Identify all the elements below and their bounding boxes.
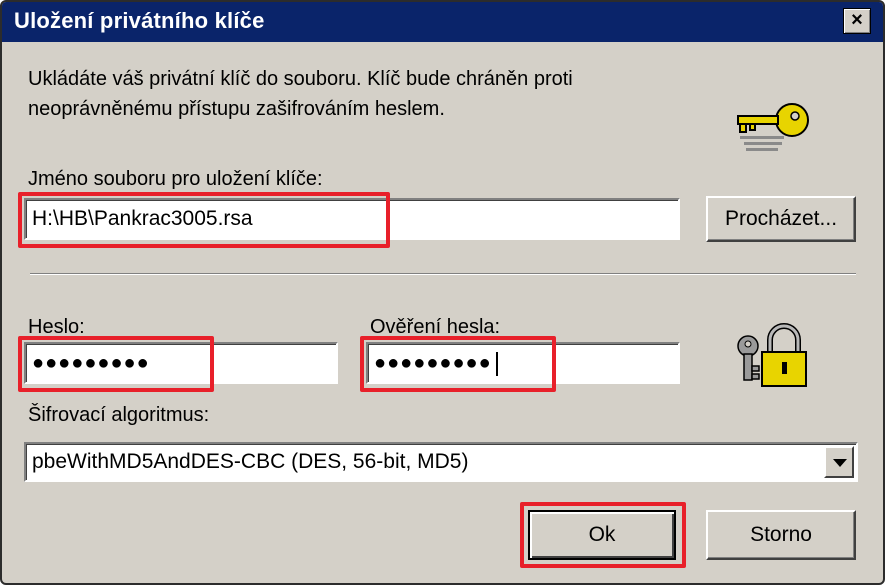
chevron-down-icon [833,459,847,467]
browse-button[interactable]: Procházet... [706,196,856,242]
description-text: Ukládáte váš privátní klíč do souboru. K… [28,68,573,120]
cipher-selected-value: pbeWithMD5AndDES-CBC (DES, 56-bit, MD5) [32,450,469,473]
key-icon [737,103,809,151]
save-private-key-dialog: Uložení privátního klíče × Ukládáte váš … [0,0,885,585]
cipher-label: Šifrovací algoritmus: [28,404,210,426]
separator-line [30,273,856,275]
highlight-password-confirm [360,336,556,392]
file-name-label: Jméno souboru pro uložení klíče: [28,168,323,190]
cipher-dropdown[interactable]: pbeWithMD5AndDES-CBC (DES, 56-bit, MD5) [24,442,858,482]
highlight-file-name [18,192,390,248]
cancel-button[interactable]: Storno [706,510,856,560]
highlight-password [18,336,214,392]
title-bar[interactable]: Uložení privátního klíče × [2,2,883,42]
highlight-ok-button [520,502,686,568]
dropdown-toggle-button[interactable] [824,446,854,478]
close-button[interactable]: × [843,8,871,34]
dialog-title: Uložení privátního klíče [14,8,265,33]
close-icon: × [851,9,863,31]
padlock-icon [737,323,807,387]
